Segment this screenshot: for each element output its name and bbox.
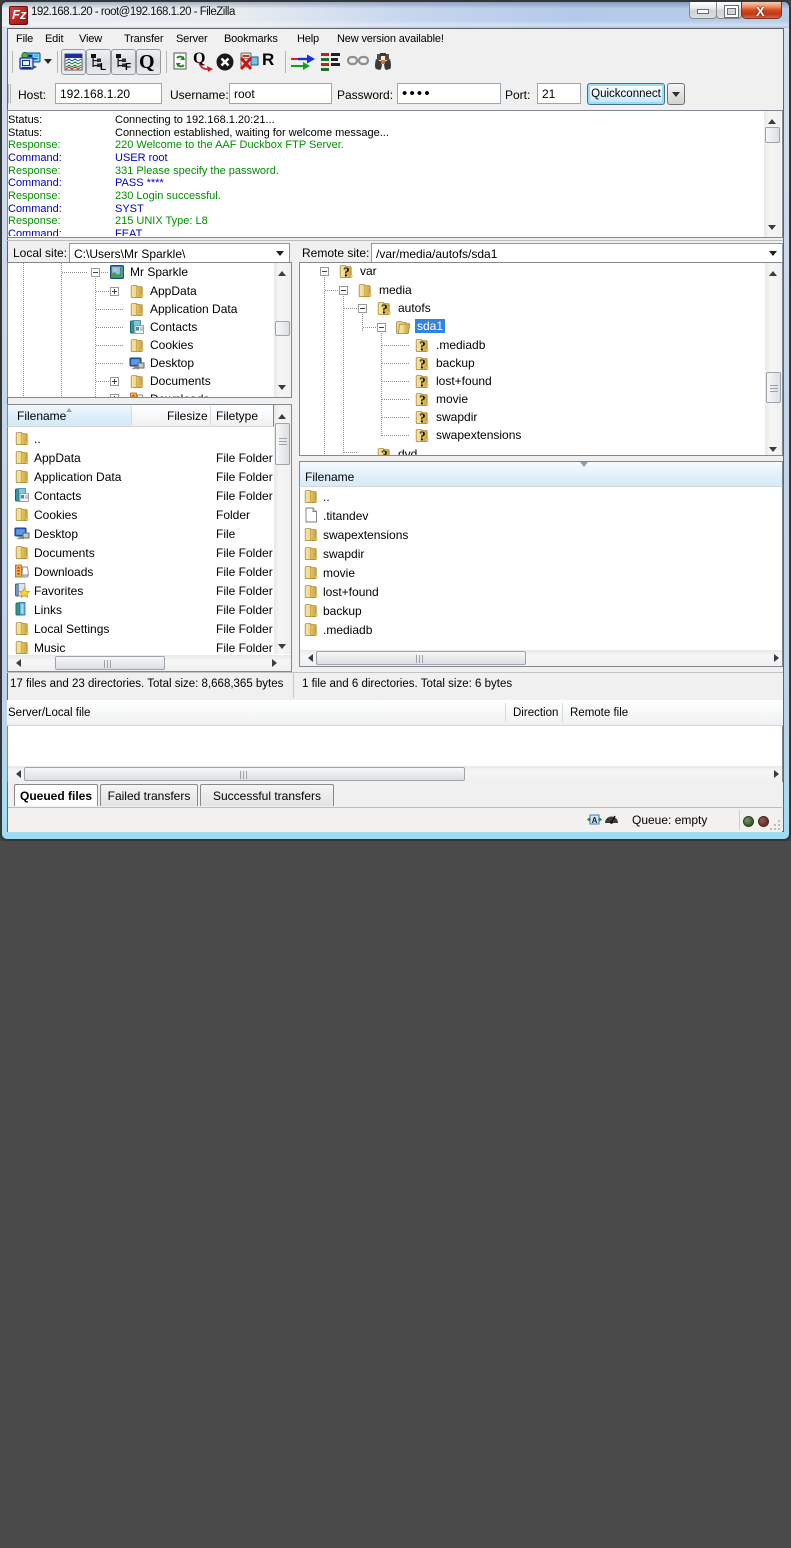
svg-text:F: F bbox=[125, 62, 131, 71]
svg-text:L: L bbox=[100, 62, 106, 71]
svg-text:A: A bbox=[592, 816, 598, 825]
